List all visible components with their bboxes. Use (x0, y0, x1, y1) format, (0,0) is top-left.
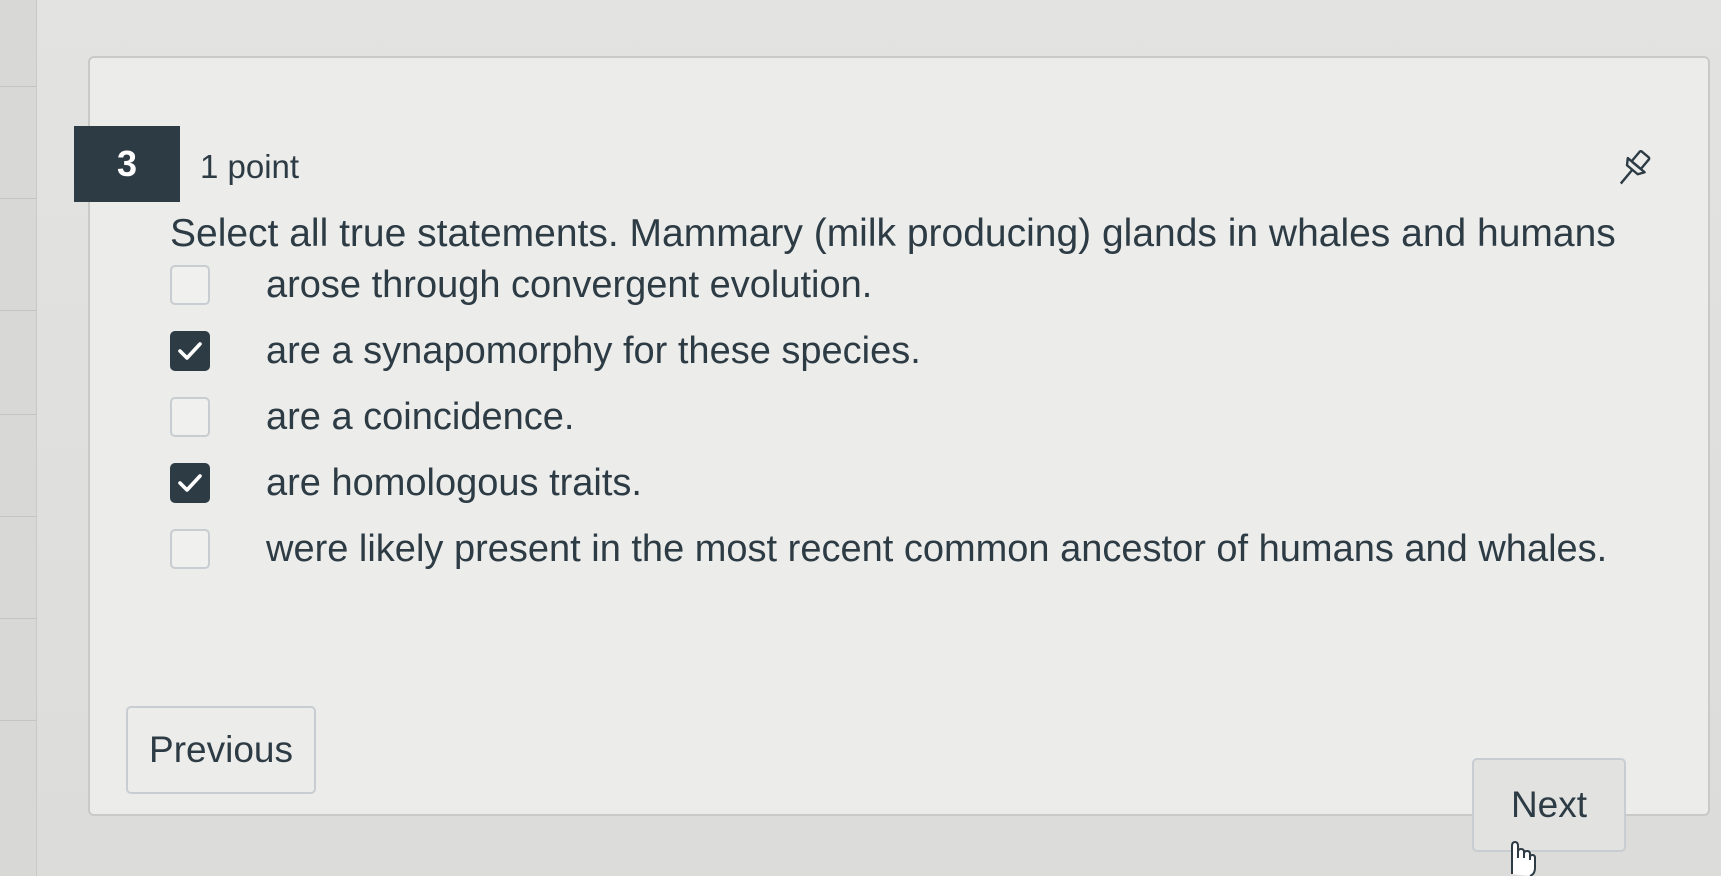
answer-option-label: are a coincidence. (266, 395, 575, 438)
checkmark-icon (178, 342, 202, 360)
checkmark-icon (178, 474, 202, 492)
answer-option-label: are a synapomorphy for these species. (266, 329, 921, 372)
next-button[interactable]: Next (1472, 758, 1626, 852)
hand-pointer-icon (1500, 838, 1540, 876)
answer-option-label: were likely present in the most recent c… (266, 527, 1608, 570)
question-points: 1 point (200, 148, 300, 185)
checkbox-unchecked[interactable] (170, 529, 210, 569)
answer-option[interactable]: arose through convergent evolution. (170, 260, 872, 310)
left-sidebar-strip (0, 0, 37, 876)
previous-button[interactable]: Previous (126, 706, 316, 794)
checkbox-checked[interactable] (170, 331, 210, 371)
question-text: Select all true statements. Mammary (mil… (170, 212, 1616, 255)
answer-option[interactable]: were likely present in the most recent c… (170, 524, 1607, 574)
pin-icon[interactable] (1610, 146, 1656, 192)
checkbox-checked[interactable] (170, 463, 210, 503)
answer-option[interactable]: are a coincidence. (170, 392, 574, 442)
quiz-page: 3 1 point Select all true statements. Ma… (0, 0, 1721, 876)
question-number: 3 (74, 126, 180, 202)
answer-option[interactable]: are a synapomorphy for these species. (170, 326, 921, 376)
answer-option[interactable]: are homologous traits. (170, 458, 642, 508)
answer-option-label: are homologous traits. (266, 461, 642, 504)
checkbox-unchecked[interactable] (170, 265, 210, 305)
answer-option-label: arose through convergent evolution. (266, 263, 873, 306)
checkbox-unchecked[interactable] (170, 397, 210, 437)
